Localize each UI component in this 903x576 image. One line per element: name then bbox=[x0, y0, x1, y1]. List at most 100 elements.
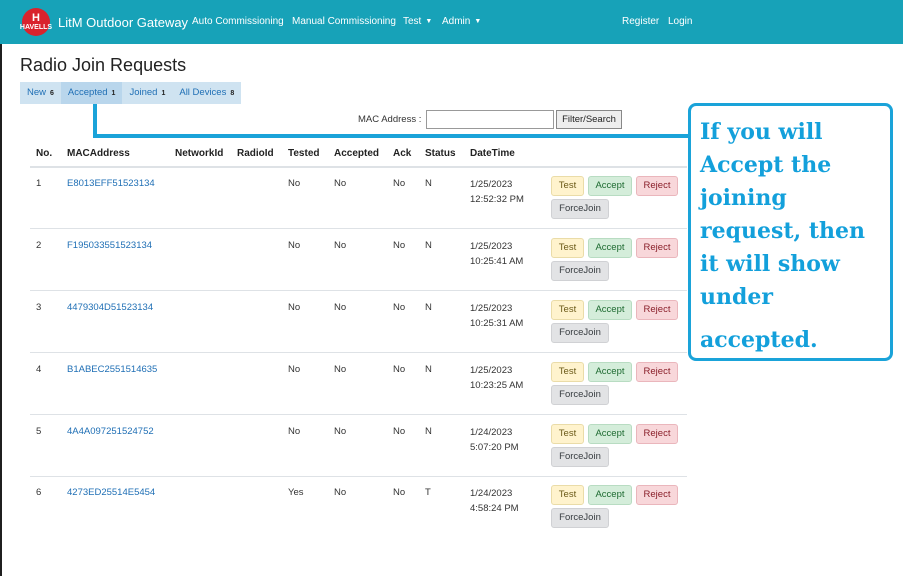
col-header-network: NetworkId bbox=[175, 148, 224, 159]
cell-datetime: 1/24/2023 5:07:20 PM bbox=[470, 425, 519, 455]
nav-manual-commissioning[interactable]: Manual Commissioning bbox=[292, 16, 396, 27]
cell-datetime: 1/25/2023 10:25:31 AM bbox=[470, 301, 523, 331]
status-tabs: New 6 Accepted 1 Joined 1 All Devices 8 bbox=[20, 82, 242, 104]
cell-datetime: 1/25/2023 12:52:32 PM bbox=[470, 177, 524, 207]
accept-button[interactable]: Accept bbox=[588, 485, 632, 505]
reject-button[interactable]: Reject bbox=[636, 238, 678, 258]
annotation-line: request, then bbox=[700, 218, 865, 244]
table-row: 6 4273ED25514E5454 Yes No No T 1/24/2023… bbox=[0, 477, 903, 538]
cell-datetime: 1/25/2023 10:23:25 AM bbox=[470, 363, 523, 393]
force-join-button[interactable]: ForceJoin bbox=[551, 199, 609, 219]
col-header-accepted: Accepted bbox=[334, 148, 380, 159]
nav-register[interactable]: Register bbox=[622, 16, 659, 27]
cell-ack: No bbox=[393, 426, 406, 437]
cell-date: 1/25/2023 bbox=[470, 179, 513, 190]
cell-time: 10:25:31 AM bbox=[470, 318, 524, 329]
cell-no: 4 bbox=[36, 364, 42, 375]
nav-auto-commissioning[interactable]: Auto Commissioning bbox=[192, 16, 284, 27]
cell-mac-link[interactable]: 4273ED25514E5454 bbox=[67, 487, 155, 498]
cell-status: N bbox=[425, 364, 432, 375]
cell-date: 1/24/2023 bbox=[470, 488, 513, 499]
annotation-callout: If you will Accept the joining request, … bbox=[688, 103, 893, 361]
col-header-no: No. bbox=[36, 148, 53, 159]
nav-test-dropdown[interactable]: Test ▼ bbox=[403, 16, 432, 27]
force-join-button[interactable]: ForceJoin bbox=[551, 508, 609, 528]
cell-ack: No bbox=[393, 364, 406, 375]
tab-joined[interactable]: Joined 1 bbox=[122, 82, 172, 104]
cell-mac-link[interactable]: 4A4A097251524752 bbox=[67, 426, 154, 437]
nav-admin-dropdown[interactable]: Admin ▼ bbox=[442, 16, 481, 27]
tab-all-devices[interactable]: All Devices 8 bbox=[172, 82, 241, 104]
cell-time: 10:23:25 AM bbox=[470, 380, 524, 391]
reject-button[interactable]: Reject bbox=[636, 485, 678, 505]
cell-date: 1/25/2023 bbox=[470, 241, 513, 252]
cell-no: 6 bbox=[36, 487, 42, 498]
tab-new[interactable]: New 6 bbox=[20, 82, 61, 104]
cell-status: N bbox=[425, 426, 432, 437]
col-header-status: Status bbox=[425, 148, 456, 159]
accept-button[interactable]: Accept bbox=[588, 176, 632, 196]
tab-count: 1 bbox=[161, 90, 166, 97]
annotation-line: Accept the bbox=[700, 152, 832, 178]
force-join-button[interactable]: ForceJoin bbox=[551, 261, 609, 281]
annotation-line: accepted. bbox=[700, 327, 818, 353]
test-button[interactable]: Test bbox=[551, 485, 584, 505]
force-join-button[interactable]: ForceJoin bbox=[551, 385, 609, 405]
accept-button[interactable]: Accept bbox=[588, 238, 632, 258]
reject-button[interactable]: Reject bbox=[636, 424, 678, 444]
test-button[interactable]: Test bbox=[551, 424, 584, 444]
annotation-line: If you will bbox=[700, 119, 823, 145]
havells-logo[interactable]: H HAVELLS bbox=[20, 8, 52, 36]
annotation-line: it will show bbox=[700, 251, 840, 277]
annotation-text: If you will Accept the joining request, … bbox=[700, 116, 895, 357]
reject-button[interactable]: Reject bbox=[636, 176, 678, 196]
col-header-radio: RadioId bbox=[237, 148, 274, 159]
cell-mac-link[interactable]: E8013EFF51523134 bbox=[67, 178, 155, 189]
cell-mac-link[interactable]: F195033551523134 bbox=[67, 240, 152, 251]
tab-count: 8 bbox=[230, 90, 235, 97]
cell-date: 1/24/2023 bbox=[470, 427, 513, 438]
reject-button[interactable]: Reject bbox=[636, 362, 678, 382]
cell-date: 1/25/2023 bbox=[470, 303, 513, 314]
cell-tested: No bbox=[288, 426, 301, 437]
cell-tested: No bbox=[288, 240, 301, 251]
cell-status: N bbox=[425, 240, 432, 251]
cell-tested: Yes bbox=[288, 487, 304, 498]
col-header-datetime: DateTime bbox=[470, 148, 515, 159]
filter-search-button[interactable]: Filter/Search bbox=[556, 110, 622, 129]
cell-no: 5 bbox=[36, 426, 42, 437]
tab-label: Accepted bbox=[67, 87, 108, 98]
force-join-button[interactable]: ForceJoin bbox=[551, 447, 609, 467]
annotation-connector-horizontal bbox=[93, 134, 693, 138]
cell-no: 3 bbox=[36, 302, 42, 313]
nav-login[interactable]: Login bbox=[668, 16, 692, 27]
cell-tested: No bbox=[288, 178, 301, 189]
nav-admin-label: Admin bbox=[442, 16, 471, 27]
test-button[interactable]: Test bbox=[551, 362, 584, 382]
reject-button[interactable]: Reject bbox=[636, 300, 678, 320]
cell-date: 1/25/2023 bbox=[470, 365, 513, 376]
test-button[interactable]: Test bbox=[551, 176, 584, 196]
app-brand[interactable]: LitM Outdoor Gateway bbox=[58, 15, 188, 30]
cell-accepted: No bbox=[334, 364, 347, 375]
mac-address-label: MAC Address : bbox=[358, 114, 422, 125]
accept-button[interactable]: Accept bbox=[588, 424, 632, 444]
cell-time: 4:58:24 PM bbox=[470, 503, 519, 514]
test-button[interactable]: Test bbox=[551, 238, 584, 258]
cell-datetime: 1/24/2023 4:58:24 PM bbox=[470, 486, 519, 516]
cell-accepted: No bbox=[334, 302, 347, 313]
row-divider bbox=[30, 414, 687, 415]
test-button[interactable]: Test bbox=[551, 300, 584, 320]
table-row: 4 B1ABEC2551514635 No No No N 1/25/2023 1… bbox=[0, 354, 903, 415]
accept-button[interactable]: Accept bbox=[588, 300, 632, 320]
row-divider bbox=[30, 228, 687, 229]
mac-address-input[interactable] bbox=[426, 110, 554, 129]
accept-button[interactable]: Accept bbox=[588, 362, 632, 382]
page-title: Radio Join Requests bbox=[20, 55, 187, 75]
cell-mac-link[interactable]: 4479304D51523134 bbox=[67, 302, 153, 313]
tab-count: 6 bbox=[50, 90, 54, 97]
tab-accepted[interactable]: Accepted 1 bbox=[60, 82, 123, 104]
cell-mac-link[interactable]: B1ABEC2551514635 bbox=[67, 364, 157, 375]
force-join-button[interactable]: ForceJoin bbox=[551, 323, 609, 343]
col-header-mac: MACAddress bbox=[67, 148, 130, 159]
